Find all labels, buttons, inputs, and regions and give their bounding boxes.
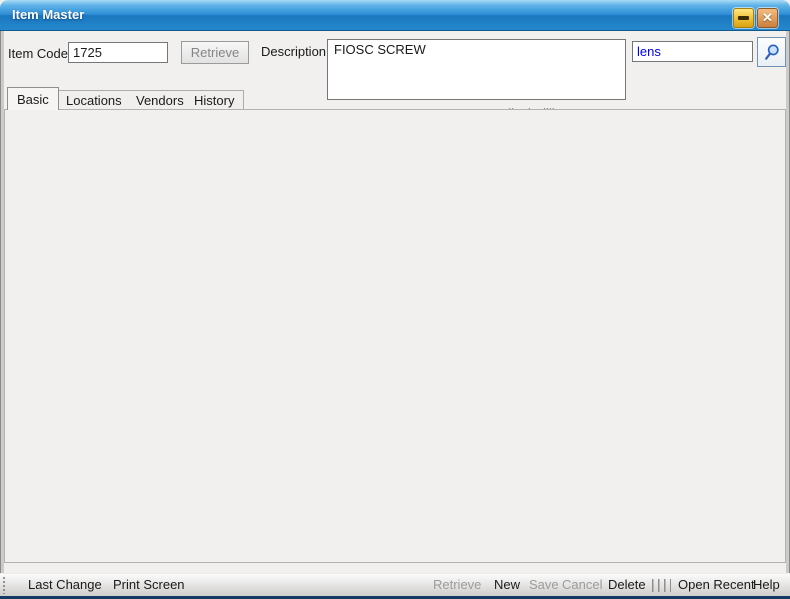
item-code-label: Item Code [8,46,68,61]
basic-tab-panel [4,109,786,563]
window-border-right [786,31,790,595]
item-master-window: Item Master ✕ Item Code Retrieve Descrip… [0,0,790,599]
print-screen-button[interactable]: Print Screen [113,577,185,592]
window-title: Item Master [12,7,84,22]
retrieve-button[interactable]: Retrieve [181,41,249,64]
statusbar-grip [2,576,7,594]
save-button: Save [529,577,559,592]
search-input[interactable] [632,41,753,62]
description-box[interactable]: FIOSC SCREW [327,39,626,100]
close-button[interactable]: ✕ [757,8,778,28]
minimize-icon [738,16,749,20]
tab-history[interactable]: History [185,90,244,109]
open-recent-button[interactable]: Open Recent [678,577,755,592]
tab-basic[interactable]: Basic [7,87,59,110]
statusbar-separator [652,579,671,592]
tab-vendors[interactable]: Vendors [127,90,194,109]
status-bar: Last Change Print Screen Retrieve New Sa… [0,573,790,596]
cancel-button: Cancel [562,577,602,592]
magnifier-icon [762,42,782,62]
item-code-input[interactable] [68,42,168,63]
retrieve-action-button: Retrieve [433,577,481,592]
description-label: Description [261,44,326,59]
minimize-button[interactable] [733,8,754,28]
search-button[interactable] [757,37,786,67]
close-icon: ✕ [762,10,773,26]
tab-locations[interactable]: Locations [56,90,132,109]
new-button[interactable]: New [494,577,520,592]
delete-button[interactable]: Delete [608,577,646,592]
help-button[interactable]: Help [753,577,780,592]
last-change-button[interactable]: Last Change [28,577,102,592]
titlebar: Item Master ✕ [0,0,790,31]
